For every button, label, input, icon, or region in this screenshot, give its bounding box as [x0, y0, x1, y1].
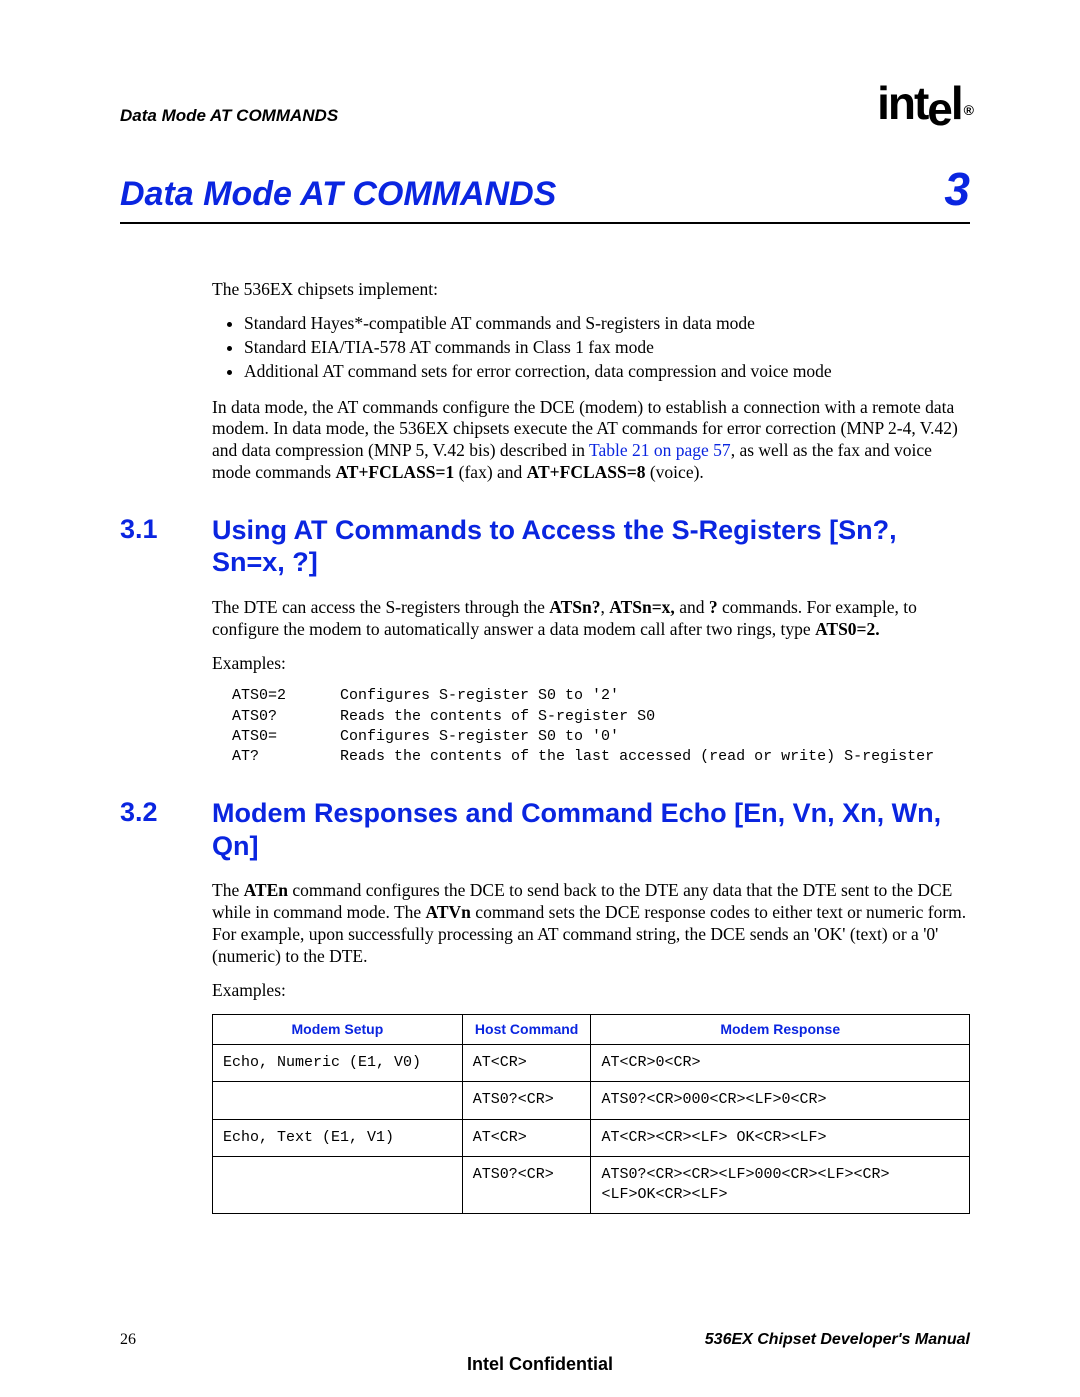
- example-commands-block: ATS0=2 Configures S-register S0 to '2' A…: [232, 686, 970, 767]
- cell-modem-response: AT<CR>0<CR>: [591, 1045, 970, 1082]
- response-table: Modem Setup Host Command Modem Response …: [212, 1014, 970, 1215]
- section-title: Using AT Commands to Access the S-Regist…: [212, 514, 970, 579]
- table-header-row: Modem Setup Host Command Modem Response: [213, 1014, 970, 1045]
- cell-modem-setup: [213, 1082, 463, 1119]
- cell-modem-setup: Echo, Text (E1, V1): [213, 1119, 463, 1156]
- intel-logo: intel®: [877, 80, 970, 126]
- col-host-command: Host Command: [462, 1014, 591, 1045]
- cell-modem-response: ATS0?<CR>000<CR><LF>0<CR>: [591, 1082, 970, 1119]
- chapter-number: 3: [944, 166, 970, 212]
- examples-label: Examples:: [212, 980, 970, 1002]
- col-modem-response: Modem Response: [591, 1014, 970, 1045]
- running-header: Data Mode AT COMMANDS intel®: [120, 80, 970, 126]
- cell-modem-response: AT<CR><CR><LF> OK<CR><LF>: [591, 1119, 970, 1156]
- list-item: Additional AT command sets for error cor…: [244, 361, 970, 383]
- cell-modem-response: ATS0?<CR><CR><LF>000<CR><LF><CR> <LF>OK<…: [591, 1156, 970, 1214]
- cell-host-command: ATS0?<CR>: [462, 1156, 591, 1214]
- section-title: Modem Responses and Command Echo [En, Vn…: [212, 797, 970, 862]
- table-row: Echo, Numeric (E1, V0)AT<CR>AT<CR>0<CR>: [213, 1045, 970, 1082]
- section-number: 3.1: [120, 514, 212, 545]
- sec32-body: The ATEn command configures the DCE to s…: [212, 880, 970, 1214]
- list-item: Standard Hayes*-compatible AT commands a…: [244, 313, 970, 335]
- page-number: 26: [120, 1331, 136, 1349]
- cell-host-command: AT<CR>: [462, 1119, 591, 1156]
- crossref-link[interactable]: Table 21 on page 57: [589, 440, 731, 460]
- registered-icon: ®: [964, 102, 972, 118]
- intro-paragraph: In data mode, the AT commands configure …: [212, 397, 970, 485]
- list-item: Standard EIA/TIA-578 AT commands in Clas…: [244, 337, 970, 359]
- intro-lead: The 536EX chipsets implement:: [212, 279, 970, 301]
- sec31-body: The DTE can access the S-registers throu…: [212, 597, 970, 768]
- intro-list: Standard Hayes*-compatible AT commands a…: [244, 313, 970, 383]
- page: Data Mode AT COMMANDS intel® Data Mode A…: [0, 0, 1080, 1397]
- cell-modem-setup: [213, 1156, 463, 1214]
- table-row: Echo, Text (E1, V1)AT<CR>AT<CR><CR><LF> …: [213, 1119, 970, 1156]
- table-row: ATS0?<CR>ATS0?<CR><CR><LF>000<CR><LF><CR…: [213, 1156, 970, 1214]
- cell-host-command: AT<CR>: [462, 1045, 591, 1082]
- section-heading-3-1: 3.1 Using AT Commands to Access the S-Re…: [120, 514, 970, 579]
- section-number: 3.2: [120, 797, 212, 828]
- cell-modem-setup: Echo, Numeric (E1, V0): [213, 1045, 463, 1082]
- table-row: ATS0?<CR>ATS0?<CR>000<CR><LF>0<CR>: [213, 1082, 970, 1119]
- chapter-title: Data Mode AT COMMANDS: [120, 175, 556, 214]
- confidential-label: Intel Confidential: [0, 1354, 1080, 1375]
- running-title: Data Mode AT COMMANDS: [120, 106, 338, 126]
- intro-block: The 536EX chipsets implement: Standard H…: [212, 279, 970, 484]
- manual-title: 536EX Chipset Developer's Manual: [705, 1331, 970, 1349]
- examples-label: Examples:: [212, 653, 970, 675]
- sec31-paragraph: The DTE can access the S-registers throu…: [212, 597, 970, 641]
- cell-host-command: ATS0?<CR>: [462, 1082, 591, 1119]
- section-heading-3-2: 3.2 Modem Responses and Command Echo [En…: [120, 797, 970, 862]
- sec32-paragraph: The ATEn command configures the DCE to s…: [212, 880, 970, 968]
- chapter-title-bar: Data Mode AT COMMANDS 3: [120, 166, 970, 224]
- page-footer: 26 536EX Chipset Developer's Manual: [120, 1331, 970, 1349]
- col-modem-setup: Modem Setup: [213, 1014, 463, 1045]
